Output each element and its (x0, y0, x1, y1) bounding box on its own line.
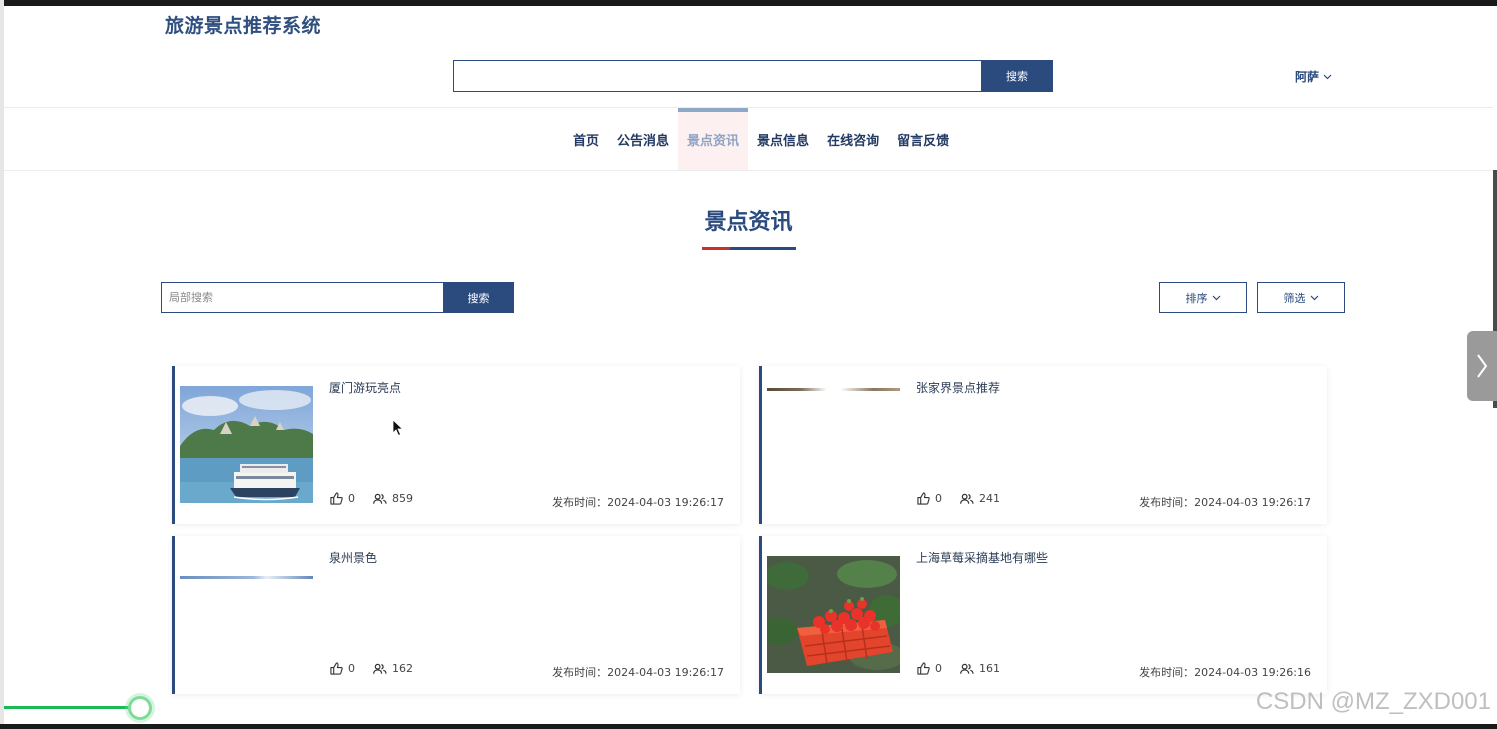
thumbs-up-icon[interactable] (330, 662, 343, 675)
article-thumbnail[interactable] (180, 556, 313, 673)
article-thumbnail[interactable] (767, 386, 900, 503)
title-underline (702, 247, 796, 250)
article-thumbnail[interactable] (767, 556, 900, 673)
article-title[interactable]: 厦门游玩亮点 (329, 379, 401, 396)
user-menu[interactable]: 阿萨 (1295, 68, 1332, 85)
article-stats: 0 162 (330, 662, 413, 675)
publish-time: 发布时间：2024-04-03 19:26:17 (552, 666, 724, 679)
publish-time: 发布时间：2024-04-03 19:26:16 (1139, 666, 1311, 679)
thumbs-up-icon[interactable] (917, 662, 930, 675)
chevron-down-icon (1323, 74, 1332, 79)
local-search: 搜索 (161, 282, 514, 313)
page-title: 景点资讯 (704, 210, 793, 235)
article-thumbnail[interactable] (180, 386, 313, 503)
publish-time: 发布时间：2024-04-03 19:26:17 (1139, 496, 1311, 509)
thumbs-up-icon[interactable] (917, 492, 930, 505)
like-count: 0 (348, 492, 355, 505)
local-search-button[interactable]: 搜索 (443, 282, 514, 313)
ferry-boat-image (180, 386, 313, 503)
site-title: 旅游景点推荐系统 (165, 15, 322, 37)
main-nav: 首页 公告消息 景点资讯 景点信息 在线咨询 留言反馈 (564, 108, 958, 170)
article-title[interactable]: 泉州景色 (329, 549, 377, 566)
chevron-down-icon (1310, 295, 1318, 300)
article-title[interactable]: 张家界景点推荐 (916, 379, 1000, 396)
thumbs-up-icon[interactable] (330, 492, 343, 505)
view-count: 162 (392, 662, 413, 675)
filter-dropdown[interactable]: 筛选 (1257, 282, 1345, 313)
user-name: 阿萨 (1295, 70, 1320, 84)
window-bottom-bar (0, 724, 1497, 729)
publish-time: 发布时间：2024-04-03 19:26:17 (552, 496, 724, 509)
like-count: 0 (935, 492, 942, 505)
image-loading-strip (767, 388, 900, 391)
local-search-input[interactable] (161, 282, 443, 313)
main-nav-bar: 首页 公告消息 景点资讯 景点信息 在线咨询 留言反馈 (4, 107, 1493, 171)
article-stats: 0 241 (917, 492, 1000, 505)
underline-red-segment (702, 247, 730, 250)
video-progress-handle[interactable] (128, 696, 152, 720)
window-top-bar (0, 0, 1497, 6)
users-icon (373, 663, 387, 674)
strawberry-basket-image (767, 556, 900, 673)
header-search: 搜索 (453, 60, 1053, 92)
users-icon (960, 663, 974, 674)
filter-label: 筛选 (1283, 291, 1306, 305)
watermark: CSDN @MZ_ZXD001 (1255, 688, 1491, 715)
image-loading-strip (180, 576, 313, 579)
article-stats: 0 859 (330, 492, 413, 505)
video-progress-bar[interactable] (4, 706, 138, 709)
nav-item-attraction-info[interactable]: 景点信息 (748, 108, 818, 170)
sort-dropdown[interactable]: 排序 (1159, 282, 1247, 313)
article-title[interactable]: 上海草莓采摘基地有哪些 (916, 549, 1048, 566)
header-search-button[interactable]: 搜索 (981, 60, 1053, 92)
nav-item-feedback[interactable]: 留言反馈 (888, 108, 958, 170)
mouse-cursor-icon (392, 419, 404, 437)
header-search-input[interactable] (453, 60, 981, 92)
article-stats: 0 161 (917, 662, 1000, 675)
users-icon (960, 493, 974, 504)
view-count: 859 (392, 492, 413, 505)
view-count: 161 (979, 662, 1000, 675)
like-count: 0 (348, 662, 355, 675)
article-card[interactable]: 泉州景色 0 162 发布时间：2024-04-03 19:26:17 (172, 536, 740, 694)
article-card[interactable]: 上海草莓采摘基地有哪些 0 161 发布时间：2024-04-03 19:26:… (759, 536, 1327, 694)
nav-item-online-consult[interactable]: 在线咨询 (818, 108, 888, 170)
like-count: 0 (935, 662, 942, 675)
chevron-right-icon (1477, 354, 1488, 378)
chevron-down-icon (1212, 295, 1220, 300)
view-count: 241 (979, 492, 1000, 505)
nav-item-attraction-news[interactable]: 景点资讯 (678, 108, 749, 170)
next-page-button[interactable] (1467, 331, 1497, 401)
article-card[interactable]: 厦门游玩亮点 0 859 发布时间：2024-04-03 19:26:17 (172, 366, 740, 524)
users-icon (373, 493, 387, 504)
article-card[interactable]: 张家界景点推荐 0 241 发布时间：2024-04-03 19:26:17 (759, 366, 1327, 524)
sort-label: 排序 (1185, 291, 1208, 305)
nav-item-home[interactable]: 首页 (564, 108, 608, 170)
nav-item-announcements[interactable]: 公告消息 (608, 108, 678, 170)
underline-blue-segment (730, 247, 796, 250)
